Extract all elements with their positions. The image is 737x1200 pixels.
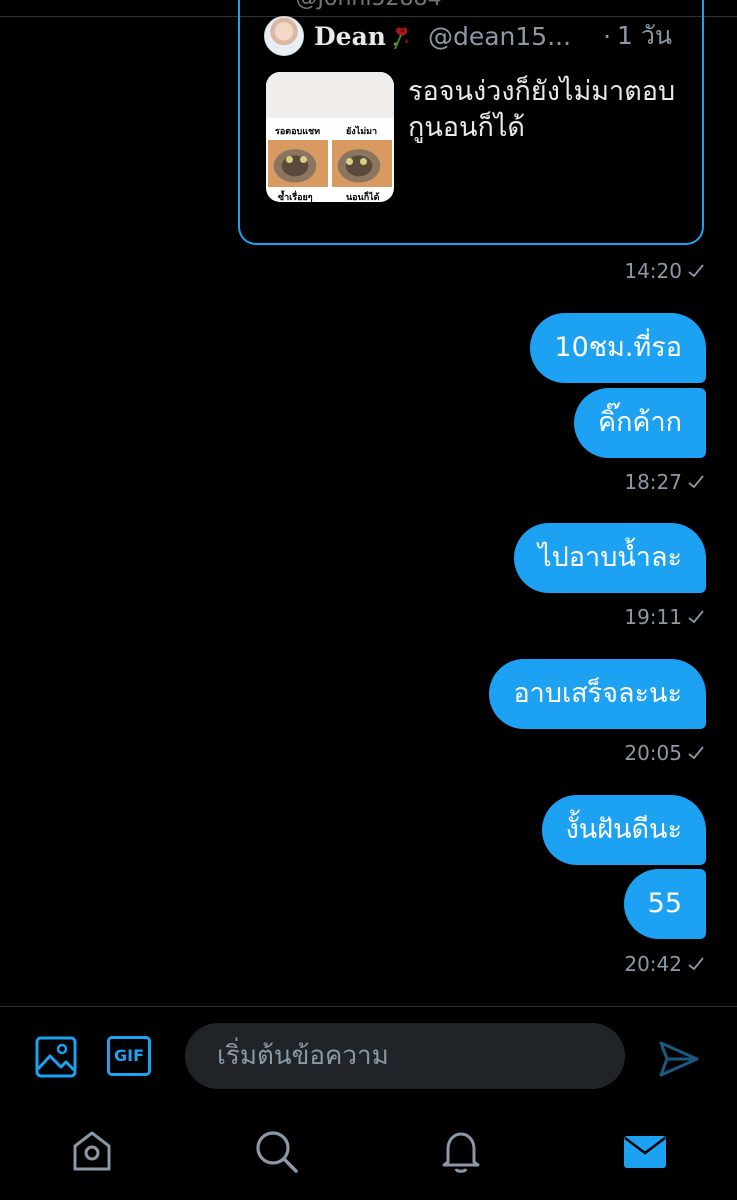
message-bubble[interactable]: 55 (623, 869, 706, 939)
thumbnail-label: ซ้ำเรื่อยๆ (278, 193, 313, 202)
tweet-image-thumbnail[interactable]: รอตอบแชท ยังไม่มา ซ้ำเรื่อยๆ นอนก็ได้ (266, 72, 394, 202)
bottom-tab-bar (0, 1104, 737, 1200)
check-icon (688, 610, 704, 624)
message-bubble[interactable]: 10ชม.ที่รอ (530, 313, 706, 383)
avatar[interactable] (264, 16, 304, 56)
timestamp-text: 20:42 (624, 952, 682, 976)
quoted-tweet-header: Dean @dean15... · 1 วัน (264, 16, 672, 56)
home-icon[interactable] (69, 1128, 115, 1174)
check-icon (688, 957, 704, 971)
meta-separator: · (603, 21, 612, 51)
thumbnail-label: นอนก็ได้ (346, 193, 380, 202)
check-icon (688, 746, 704, 760)
message-bubble[interactable]: งั้นฝันดีนะ (541, 795, 706, 865)
timestamp-text: 14:20 (624, 259, 682, 283)
tweet-time: 1 วัน (617, 21, 672, 50)
thumbnail-label: รอตอบแชท (275, 127, 321, 137)
thumbnail-label: ยังไม่มา (346, 127, 378, 137)
author-name: Dean (314, 21, 386, 51)
message-input[interactable] (185, 1023, 625, 1089)
message-bubble[interactable]: ไปอาบน้ำละ (514, 523, 706, 593)
timestamp-text: 18:27 (624, 470, 682, 494)
search-icon[interactable] (253, 1128, 299, 1174)
thumbnail-blank-area (266, 72, 394, 118)
check-icon (688, 264, 704, 278)
gif-icon[interactable]: GIF (107, 1036, 151, 1076)
message-timestamp: 19:11 (624, 605, 704, 629)
timestamp-text: 20:05 (624, 741, 682, 765)
cat-image (268, 140, 328, 187)
message-bubble[interactable]: คิ๊กค้าก (574, 388, 706, 458)
author-handle: @dean15... (427, 21, 572, 51)
message-timestamp: 20:05 (624, 741, 704, 765)
cat-image (332, 140, 392, 187)
media-icon[interactable] (35, 1036, 77, 1078)
send-icon[interactable] (657, 1037, 701, 1081)
check-icon (688, 475, 704, 489)
timestamp-text: 19:11 (624, 605, 682, 629)
message-composer: GIF (0, 1006, 737, 1105)
message-timestamp: 20:42 (624, 952, 704, 976)
messages-icon[interactable] (622, 1128, 668, 1174)
message-timestamp: 18:27 (624, 470, 704, 494)
quoted-tweet-text: รอจนง่วงก็ยังไม่มาตอบ กูนอนก็ได้ (408, 76, 676, 143)
quoted-tweet-card[interactable]: Dean @dean15... · 1 วัน รอตอบแชท ยังไม่ม… (238, 0, 704, 245)
rose-icon (393, 27, 408, 50)
message-timestamp: 14:20 (624, 259, 704, 283)
message-bubble[interactable]: อาบเสร็จละนะ (489, 659, 706, 729)
notifications-icon[interactable] (438, 1128, 484, 1174)
